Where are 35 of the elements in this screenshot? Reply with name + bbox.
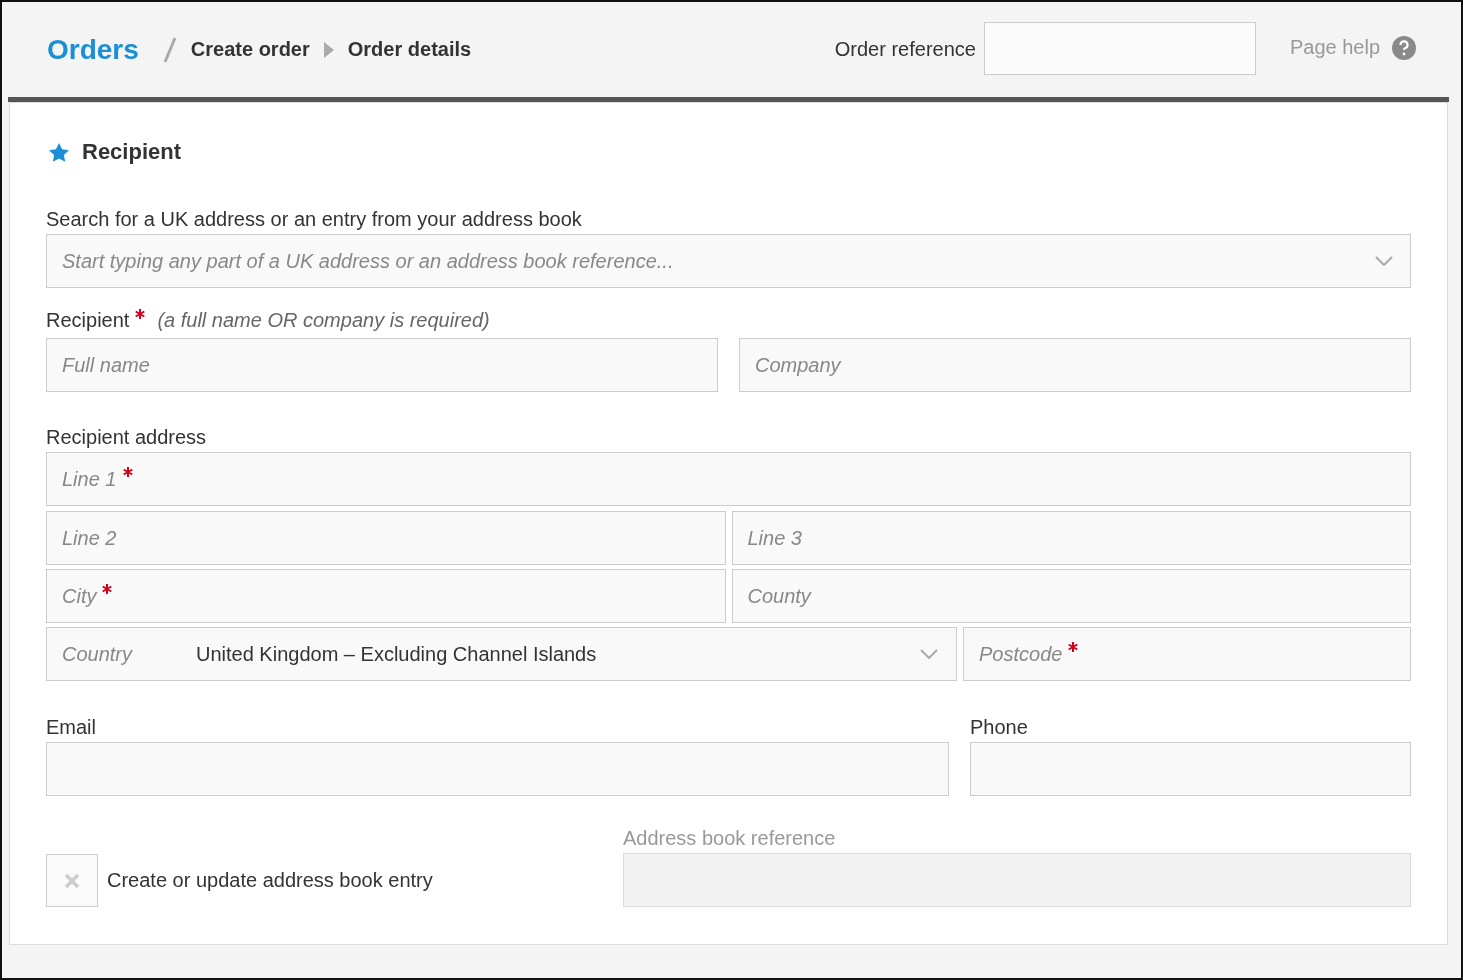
select-label: Country bbox=[62, 642, 134, 666]
field-label: Email bbox=[46, 715, 97, 739]
text-field[interactable] bbox=[46, 742, 949, 796]
breadcrumb-link[interactable]: Create order bbox=[190, 38, 310, 61]
select-value: United Kingdom – Excluding Channel Islands bbox=[196, 642, 598, 666]
text-field[interactable]: Company bbox=[739, 338, 1411, 392]
triangle-icon bbox=[323, 41, 334, 58]
checkbox-label: Create or update address book entry bbox=[107, 869, 433, 892]
slash-icon bbox=[162, 36, 177, 63]
text-field[interactable]: Line 3 bbox=[731, 511, 1411, 565]
text-field[interactable]: Postcode bbox=[963, 627, 1411, 681]
country-select[interactable]: Country United Kingdom – Excluding Channel Islands bbox=[46, 627, 957, 681]
chevron-down-icon bbox=[1375, 256, 1393, 266]
field-hint: (a full name OR company is required) bbox=[157, 308, 490, 332]
field-label: Recipient address bbox=[46, 425, 208, 449]
field-label: Recipient bbox=[46, 308, 130, 332]
address-search-field[interactable]: Start typing any part of a UK address or an address book reference... bbox=[46, 234, 1411, 288]
text-field[interactable]: County bbox=[731, 569, 1411, 623]
text-field[interactable]: Line 1 bbox=[46, 452, 1411, 506]
text-field[interactable]: City bbox=[46, 569, 726, 623]
section-title: Recipient bbox=[82, 139, 182, 165]
star-icon bbox=[49, 142, 69, 162]
order-reference-field[interactable] bbox=[983, 22, 1256, 75]
cross-icon bbox=[64, 872, 80, 889]
breadcrumb-link[interactable]: Order details bbox=[347, 38, 472, 61]
text-field[interactable]: Line 2 bbox=[46, 511, 726, 565]
chevron-down-icon bbox=[920, 649, 938, 659]
field-label: Search for a UK address or an entry from your address book bbox=[46, 207, 583, 231]
text-field[interactable]: Full name bbox=[46, 338, 718, 392]
help-icon bbox=[1392, 35, 1416, 60]
text-field[interactable] bbox=[970, 742, 1411, 796]
order-reference-label: Order reference bbox=[834, 38, 976, 61]
field-label: Phone bbox=[970, 715, 1029, 739]
field-label: Address book reference bbox=[623, 826, 837, 850]
checkbox[interactable] bbox=[46, 854, 98, 907]
